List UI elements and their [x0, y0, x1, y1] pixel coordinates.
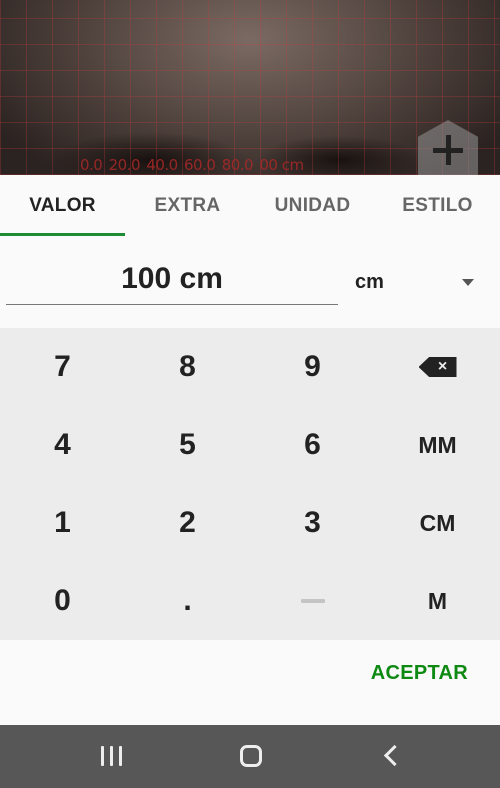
ruler-mark: 80.0	[221, 156, 254, 174]
key-6[interactable]: 6	[250, 406, 375, 484]
backspace-icon: ×	[418, 357, 457, 377]
key-8[interactable]: 8	[125, 328, 250, 406]
unit-selected-label: cm	[355, 271, 384, 293]
system-nav-bar	[0, 725, 500, 788]
ruler-mark: 0.0	[80, 156, 103, 174]
plus-icon	[431, 133, 465, 167]
key-cm[interactable]: CM	[375, 484, 500, 562]
key-9[interactable]: 9	[250, 328, 375, 406]
add-marker-button[interactable]	[418, 120, 478, 175]
dialog-footer: ACEPTAR	[0, 640, 500, 725]
ruler-mark: 40.0	[146, 156, 178, 174]
tab-bar: VALOR EXTRA UNIDAD ESTILO	[0, 175, 500, 237]
key-4[interactable]: 4	[0, 406, 125, 484]
ruler-mark: 20.0	[108, 156, 141, 174]
dropdown-arrow-icon	[462, 279, 474, 286]
active-tab-indicator	[0, 233, 125, 236]
key-minus-disabled	[250, 562, 375, 640]
home-icon[interactable]	[240, 745, 262, 767]
value-input[interactable]: 100 cm	[6, 253, 338, 305]
camera-preview: 0.0 20.0 40.0 60.0 80.0 00 cm	[0, 0, 500, 175]
key-3[interactable]: 3	[250, 484, 375, 562]
ruler-scale: 0.0 20.0 40.0 60.0 80.0 00 cm	[80, 156, 306, 174]
key-5[interactable]: 5	[125, 406, 250, 484]
tab-valor[interactable]: VALOR	[0, 175, 125, 237]
key-0[interactable]: 0	[0, 562, 125, 640]
tab-unidad[interactable]: UNIDAD	[250, 175, 375, 237]
unit-dropdown[interactable]: cm	[355, 267, 480, 297]
value-dialog: VALOR EXTRA UNIDAD ESTILO 100 cm cm 7 8 …	[0, 175, 500, 725]
ruler-mark: 00 cm	[259, 156, 304, 174]
back-icon[interactable]	[383, 747, 399, 763]
key-mm[interactable]: MM	[375, 406, 500, 484]
tab-extra[interactable]: EXTRA	[125, 175, 250, 237]
backspace-button[interactable]: ×	[375, 328, 500, 406]
numeric-keypad: 7 8 9 × 4 5 6 MM 1 2 3 CM 0 . M	[0, 328, 500, 640]
key-7[interactable]: 7	[0, 328, 125, 406]
key-m[interactable]: M	[375, 562, 500, 640]
key-decimal[interactable]: .	[125, 562, 250, 640]
minus-icon	[300, 599, 325, 603]
key-2[interactable]: 2	[125, 484, 250, 562]
recents-icon[interactable]	[101, 746, 123, 766]
accept-button[interactable]: ACEPTAR	[371, 662, 468, 685]
app-root: 0.0 20.0 40.0 60.0 80.0 00 cm VALOR EXTR…	[0, 0, 500, 788]
key-1[interactable]: 1	[0, 484, 125, 562]
ruler-mark: 60.0	[184, 156, 216, 174]
tab-estilo[interactable]: ESTILO	[375, 175, 500, 237]
